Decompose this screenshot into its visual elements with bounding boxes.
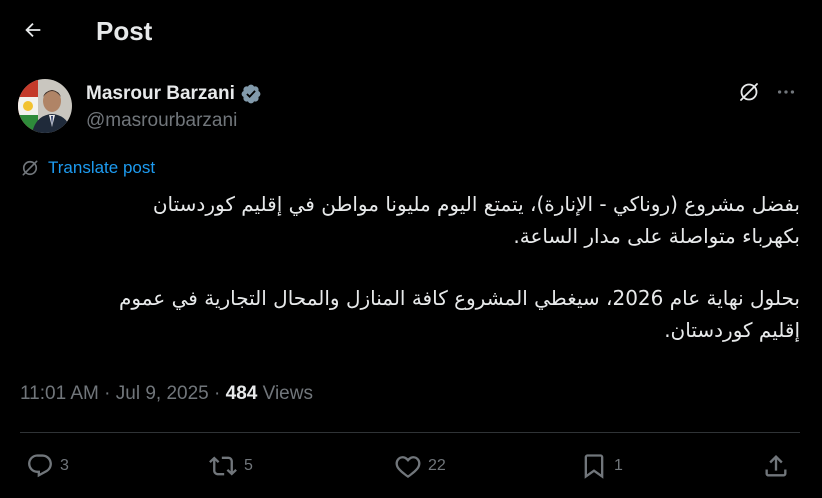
grok-icon: [737, 80, 761, 109]
post-date[interactable]: Jul 9, 2025: [116, 383, 209, 404]
meta-separator: ·: [104, 383, 116, 404]
views-label: Views: [262, 383, 313, 404]
post-time[interactable]: 11:01 AM: [20, 383, 99, 404]
repost-count: 5: [244, 457, 253, 474]
repost-icon: [208, 452, 238, 480]
author-handle[interactable]: @masrourbarzani: [86, 109, 237, 133]
avatar[interactable]: [18, 79, 72, 133]
like-button[interactable]: 22: [394, 452, 446, 480]
post-line: بحلول نهاية عام 2026، سيغطي المشروع كافة…: [119, 286, 800, 310]
share-button[interactable]: [762, 452, 790, 480]
bookmark-count: 1: [614, 457, 623, 474]
more-horizontal-icon: [775, 81, 797, 108]
post-page: Post Masrour Barzani @masrourbarzani Tra…: [0, 0, 822, 498]
bookmark-icon: [580, 452, 608, 480]
share-icon: [762, 452, 790, 480]
more-button[interactable]: [772, 81, 800, 107]
post-line: بكهرباء متواصلة على مدار الساعة.: [513, 224, 800, 248]
post-text: بفضل مشروع (روناكي - الإنارة)، يتمتع الي…: [20, 188, 800, 346]
repost-button[interactable]: 5: [208, 452, 253, 480]
author-name-text: Masrour Barzani: [86, 83, 235, 104]
reply-count: 3: [60, 457, 69, 474]
back-button[interactable]: [14, 13, 52, 51]
post-meta: 11:01 AM · Jul 9, 2025 · 484 Views: [20, 381, 313, 407]
arrow-left-icon: [22, 19, 44, 46]
reply-button[interactable]: 3: [26, 452, 69, 480]
post-line: بفضل مشروع (روناكي - الإنارة)، يتمتع الي…: [152, 192, 800, 216]
grok-button[interactable]: [736, 81, 762, 107]
translate-post-label: Translate post: [48, 158, 156, 177]
heart-icon: [394, 452, 422, 480]
translate-post-link[interactable]: Translate post: [20, 158, 155, 178]
author-name[interactable]: Masrour Barzani: [86, 82, 262, 106]
meta-separator: ·: [214, 383, 226, 404]
post-line: إقليم كوردستان.: [664, 318, 800, 342]
like-count: 22: [428, 457, 446, 474]
verified-badge-icon: [240, 83, 262, 105]
bookmark-button[interactable]: 1: [580, 452, 623, 480]
page-title: Post: [96, 16, 153, 46]
page-header: Post: [0, 0, 822, 62]
divider: [20, 432, 800, 433]
views-count: 484: [225, 383, 263, 404]
grok-translate-icon: [20, 158, 40, 178]
reply-icon: [26, 452, 54, 480]
